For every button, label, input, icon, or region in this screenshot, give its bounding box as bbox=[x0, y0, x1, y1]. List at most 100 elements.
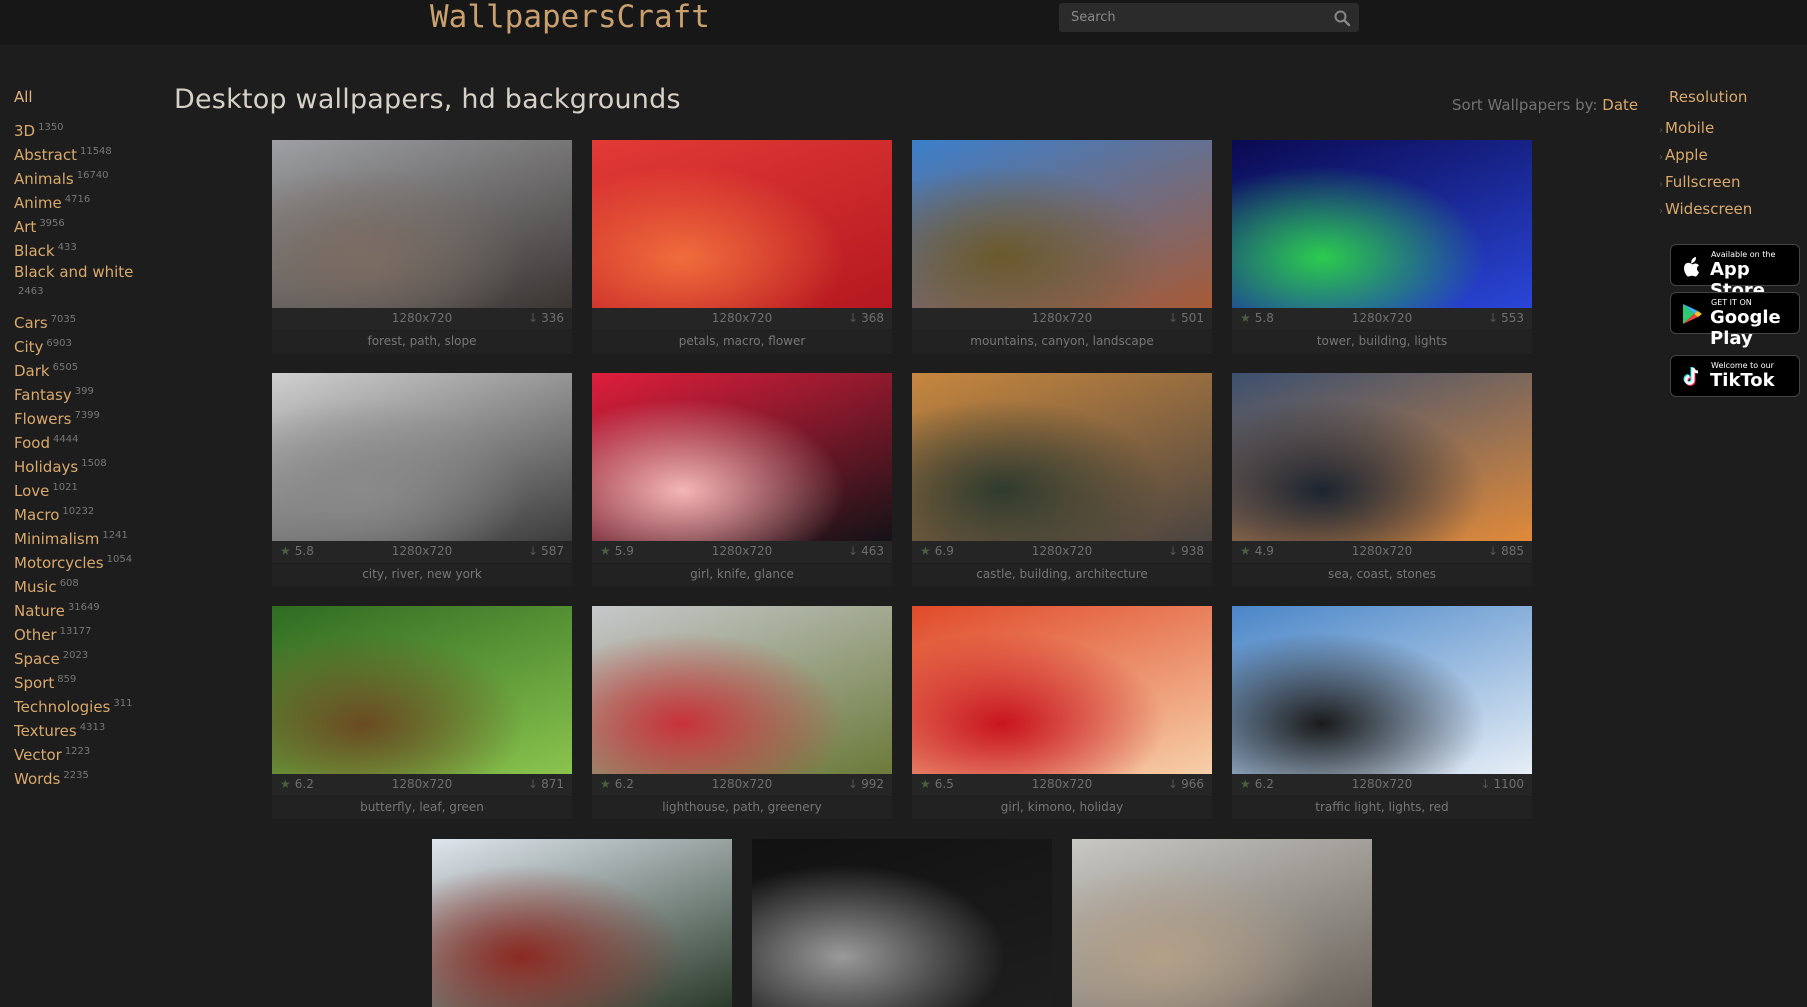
category-item[interactable]: Vector 1223 bbox=[14, 740, 154, 764]
category-item[interactable]: Words 2235 bbox=[14, 764, 154, 788]
search-icon[interactable] bbox=[1333, 9, 1351, 27]
wallpaper-card[interactable]: ★ 6.2 1280x720 ↓ 871 butterfly, leaf, green bbox=[272, 606, 572, 819]
wallpaper-card[interactable]: ★ 6.9 1280x720 ↓ 938 castle, building, archit… bbox=[912, 373, 1212, 586]
category-item[interactable]: Black 433 bbox=[14, 236, 154, 260]
wallpaper-tags[interactable]: traffic light, lights, red bbox=[1232, 797, 1532, 819]
resolution-apple[interactable]: › Apple bbox=[1659, 143, 1752, 170]
category-item[interactable]: City 6903 bbox=[14, 332, 154, 356]
wallpaper-card[interactable] bbox=[1072, 839, 1372, 1007]
category-item[interactable]: Art 3956 bbox=[14, 212, 154, 236]
wallpaper-thumbnail[interactable] bbox=[912, 140, 1212, 308]
category-item[interactable]: Macro 10232 bbox=[14, 500, 154, 524]
category-item[interactable]: Textures 4313 bbox=[14, 716, 154, 740]
category-link[interactable]: Minimalism bbox=[14, 530, 99, 548]
category-link[interactable]: Anime bbox=[14, 194, 62, 212]
wallpaper-tags[interactable]: girl, kimono, holiday bbox=[912, 797, 1212, 819]
resolution-widescreen[interactable]: › Widescreen bbox=[1659, 197, 1752, 224]
category-link[interactable]: Nature bbox=[14, 602, 65, 620]
category-link[interactable]: Other bbox=[14, 626, 57, 644]
category-item[interactable]: Cars 7035 bbox=[14, 308, 154, 332]
wallpaper-tags[interactable]: butterfly, leaf, green bbox=[272, 797, 572, 819]
category-link[interactable]: Music bbox=[14, 578, 57, 596]
category-link[interactable]: Love bbox=[14, 482, 49, 500]
category-item[interactable]: Music 608 bbox=[14, 572, 154, 596]
wallpaper-thumbnail[interactable] bbox=[1232, 140, 1532, 308]
category-link[interactable]: Textures bbox=[14, 722, 77, 740]
wallpaper-thumbnail[interactable] bbox=[1232, 606, 1532, 774]
wallpaper-tags[interactable]: tower, building, lights bbox=[1232, 331, 1532, 353]
wallpaper-card[interactable] bbox=[432, 839, 732, 1007]
category-link[interactable]: Abstract bbox=[14, 146, 77, 164]
wallpaper-tags[interactable]: castle, building, architecture bbox=[912, 564, 1212, 586]
category-link[interactable]: City bbox=[14, 338, 43, 356]
wallpaper-thumbnail[interactable] bbox=[592, 373, 892, 541]
category-link[interactable]: Words bbox=[14, 770, 60, 788]
wallpaper-thumbnail[interactable] bbox=[272, 606, 572, 774]
category-item[interactable]: Black and white 2463 bbox=[14, 260, 154, 308]
category-link[interactable]: Food bbox=[14, 434, 50, 452]
wallpaper-card[interactable]: ★ 4.9 1280x720 ↓ 885 sea, coast, stones bbox=[1232, 373, 1532, 586]
wallpaper-card[interactable]: ★ 5.8 1280x720 ↓ 553 tower, building, lights bbox=[1232, 140, 1532, 353]
wallpaper-thumbnail[interactable] bbox=[432, 839, 732, 1007]
wallpaper-tags[interactable]: petals, macro, flower bbox=[592, 331, 892, 353]
wallpaper-card[interactable]: 1280x720 ↓ 336 forest, path, slope bbox=[272, 140, 572, 353]
wallpaper-card[interactable]: ★ 6.5 1280x720 ↓ 966 girl, kimono, holiday bbox=[912, 606, 1212, 819]
category-link[interactable]: Black bbox=[14, 242, 55, 260]
wallpaper-card[interactable]: 1280x720 ↓ 501 mountains, canyon, landscape bbox=[912, 140, 1212, 353]
category-item[interactable]: Minimalism 1241 bbox=[14, 524, 154, 548]
category-link[interactable]: Macro bbox=[14, 506, 59, 524]
category-item[interactable]: Anime 4716 bbox=[14, 188, 154, 212]
wallpaper-thumbnail[interactable] bbox=[1072, 839, 1372, 1007]
category-link[interactable]: Fantasy bbox=[14, 386, 72, 404]
google-play-badge[interactable]: GET IT ON Google Play bbox=[1670, 292, 1800, 349]
wallpaper-tags[interactable]: forest, path, slope bbox=[272, 331, 572, 353]
category-link[interactable]: Animals bbox=[14, 170, 74, 188]
wallpaper-tags[interactable]: girl, knife, glance bbox=[592, 564, 892, 586]
resolution-fullscreen[interactable]: › Fullscreen bbox=[1659, 170, 1752, 197]
category-item[interactable]: Sport 859 bbox=[14, 668, 154, 692]
wallpaper-thumbnail[interactable] bbox=[272, 373, 572, 541]
category-link[interactable]: Motorcycles bbox=[14, 554, 104, 572]
search-input[interactable] bbox=[1059, 3, 1319, 32]
category-item[interactable]: Abstract 11548 bbox=[14, 140, 154, 164]
wallpaper-tags[interactable]: lighthouse, path, greenery bbox=[592, 797, 892, 819]
wallpaper-tags[interactable]: mountains, canyon, landscape bbox=[912, 331, 1212, 353]
wallpaper-card[interactable] bbox=[752, 839, 1052, 1007]
category-link[interactable]: Cars bbox=[14, 314, 48, 332]
wallpaper-card[interactable]: ★ 6.2 1280x720 ↓ 992 lighthouse, path, greene… bbox=[592, 606, 892, 819]
category-item[interactable]: 3D 1350 bbox=[14, 116, 154, 140]
category-link[interactable]: Flowers bbox=[14, 410, 71, 428]
category-link[interactable]: 3D bbox=[14, 122, 35, 140]
wallpaper-thumbnail[interactable] bbox=[592, 140, 892, 308]
resolution-mobile[interactable]: › Mobile bbox=[1659, 116, 1752, 143]
wallpaper-card[interactable]: 1280x720 ↓ 368 petals, macro, flower bbox=[592, 140, 892, 353]
resolution-heading[interactable]: Resolution bbox=[1669, 88, 1752, 106]
category-link[interactable]: Art bbox=[14, 218, 36, 236]
category-link[interactable]: Holidays bbox=[14, 458, 78, 476]
category-item[interactable]: Technologies 311 bbox=[14, 692, 154, 716]
category-item[interactable]: Dark 6505 bbox=[14, 356, 154, 380]
wallpaper-thumbnail[interactable] bbox=[912, 606, 1212, 774]
wallpaper-tags[interactable]: city, river, new york bbox=[272, 564, 572, 586]
category-link[interactable]: Vector bbox=[14, 746, 62, 764]
wallpaper-card[interactable]: ★ 5.9 1280x720 ↓ 463 girl, knife, glance bbox=[592, 373, 892, 586]
site-logo[interactable]: WallpapersCraft bbox=[430, 0, 710, 35]
app-store-badge[interactable]: Available on the App Store bbox=[1670, 244, 1800, 301]
wallpaper-thumbnail[interactable] bbox=[272, 140, 572, 308]
category-item[interactable]: Other 13177 bbox=[14, 620, 154, 644]
tiktok-badge[interactable]: Welcome to our TikTok bbox=[1670, 355, 1800, 397]
wallpaper-card[interactable]: ★ 5.8 1280x720 ↓ 587 city, river, new york bbox=[272, 373, 572, 586]
category-item[interactable]: Fantasy 399 bbox=[14, 380, 154, 404]
wallpaper-thumbnail[interactable] bbox=[1232, 373, 1532, 541]
category-item[interactable]: Holidays 1508 bbox=[14, 452, 154, 476]
category-item[interactable]: Motorcycles 1054 bbox=[14, 548, 154, 572]
category-item[interactable]: Nature 31649 bbox=[14, 596, 154, 620]
category-item[interactable]: Space 2023 bbox=[14, 644, 154, 668]
category-link[interactable]: Black and white bbox=[14, 263, 133, 281]
sort-date-link[interactable]: Date bbox=[1602, 96, 1638, 114]
category-item[interactable]: Animals 16740 bbox=[14, 164, 154, 188]
category-item[interactable]: Flowers 7399 bbox=[14, 404, 154, 428]
wallpaper-thumbnail[interactable] bbox=[592, 606, 892, 774]
category-item[interactable]: Food 4444 bbox=[14, 428, 154, 452]
category-link[interactable]: Space bbox=[14, 650, 60, 668]
